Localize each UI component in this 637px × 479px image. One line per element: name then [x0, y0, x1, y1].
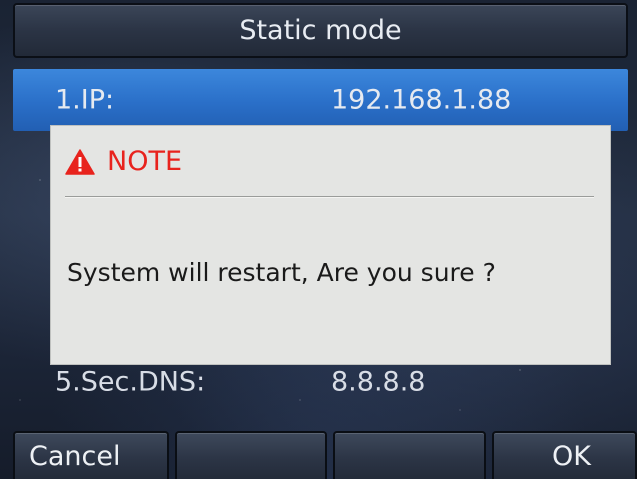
warning-triangle-icon: [65, 148, 95, 175]
page-title: Static mode: [239, 15, 402, 46]
softkey-2-button[interactable]: [175, 431, 327, 479]
phone-screen: Static mode 1.IP: 192.168.1.88 5.Sec.DNS…: [0, 0, 637, 479]
dialog-message: System will restart, Are you sure ?: [67, 258, 496, 287]
list-item-ip[interactable]: 1.IP: 192.168.1.88: [13, 74, 628, 126]
title-bar: Static mode: [13, 3, 628, 58]
softkey-bar: Cancel OK: [0, 431, 637, 479]
dialog-header: NOTE: [65, 146, 182, 177]
dialog-divider: [65, 196, 594, 198]
dialog-title: NOTE: [107, 146, 183, 177]
list-item-value: 192.168.1.88: [331, 84, 512, 116]
ok-button[interactable]: OK: [492, 431, 637, 479]
list-item-label: 1.IP:: [55, 84, 115, 116]
cancel-button[interactable]: Cancel: [13, 431, 169, 479]
confirm-dialog: NOTE System will restart, Are you sure ?: [50, 125, 611, 365]
softkey-3-button[interactable]: [333, 431, 486, 479]
list-item-label: 5.Sec.DNS:: [55, 366, 206, 398]
list-item-value: 8.8.8.8: [331, 366, 426, 398]
